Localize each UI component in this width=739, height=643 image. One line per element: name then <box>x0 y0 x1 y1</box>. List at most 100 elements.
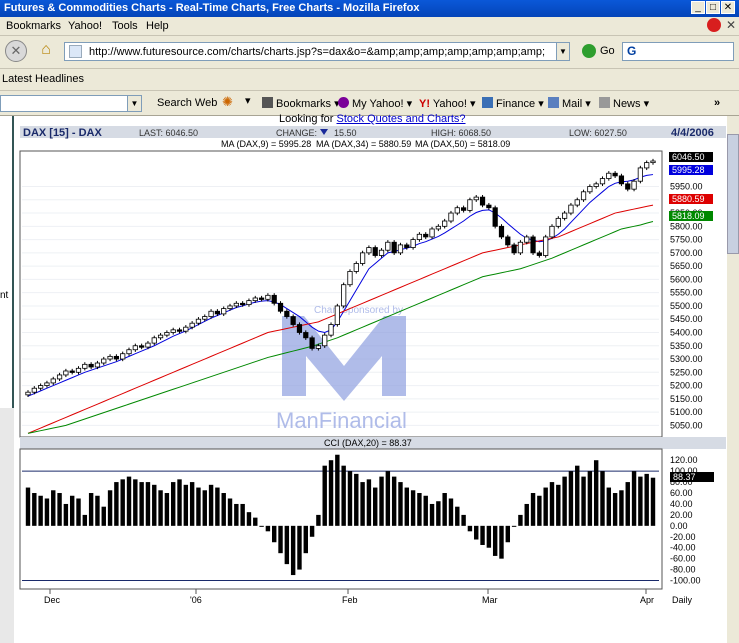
latest-headlines-button[interactable]: Latest Headlines <box>2 73 84 85</box>
cci-bar <box>303 525 308 554</box>
cci-bar <box>189 482 195 526</box>
cci-bar <box>511 525 517 527</box>
candle-body <box>404 244 410 248</box>
price-tick-label: 5500.00 <box>670 301 703 311</box>
price-tick-label: 5700.00 <box>670 248 703 258</box>
go-icon[interactable] <box>582 44 596 58</box>
menu-bookmarks[interactable]: Bookmarks <box>6 20 61 32</box>
finance-button[interactable]: Finance <box>496 98 535 110</box>
yahoo-search-dropdown[interactable]: ▼ <box>127 96 141 111</box>
cci-tick-label: 0.00 <box>670 521 688 531</box>
close-tab-icon[interactable]: ✕ <box>726 18 736 32</box>
candle-body <box>442 220 448 227</box>
url-text: http://www.futuresource.com/charts/chart… <box>89 46 545 58</box>
cci-bar <box>278 525 283 554</box>
my-yahoo-button[interactable]: My Yahoo! <box>352 98 404 110</box>
cci-bar <box>436 501 441 526</box>
cci-bar <box>499 525 504 559</box>
x-tick-label: Feb <box>342 595 358 605</box>
candle-body <box>265 294 271 300</box>
cci-tick-label: -40.00 <box>670 543 696 553</box>
cci-bar <box>385 471 391 526</box>
cci-bar <box>82 514 88 526</box>
search-input[interactable]: G <box>622 42 734 61</box>
candle-body <box>309 337 315 349</box>
menu-yahoo[interactable]: Yahoo! <box>68 20 102 32</box>
close-window-button[interactable]: ✕ <box>721 1 735 14</box>
cci-bar <box>208 484 214 526</box>
bookmarks-button[interactable]: Bookmarks <box>276 98 331 110</box>
stop-button[interactable]: ✕ <box>5 40 27 62</box>
candle-body <box>38 385 44 389</box>
candle-body <box>107 355 113 360</box>
candle-body <box>334 305 340 325</box>
candle-body <box>271 294 277 304</box>
cci-tick-label: -60.00 <box>670 554 696 564</box>
navigation-toolbar: ✕ ⌂ http://www.futuresource.com/charts/c… <box>0 36 739 69</box>
yahoo-button[interactable]: Yahoo! <box>433 98 467 110</box>
candle-body <box>530 236 536 254</box>
cci-bar <box>455 506 460 526</box>
cci-bar <box>373 487 378 526</box>
candle-body <box>543 236 549 256</box>
search-web-button[interactable]: Search Web <box>157 97 217 109</box>
price-tick-label: 5600.00 <box>670 274 703 284</box>
maximize-button[interactable]: □ <box>706 1 720 14</box>
cci-bar <box>177 479 182 526</box>
menu-tools[interactable]: Tools <box>112 20 138 32</box>
cci-bar <box>316 514 321 526</box>
candle-body <box>378 249 385 256</box>
candle-body <box>460 207 467 211</box>
minimize-button[interactable]: _ <box>691 1 705 14</box>
stop-icon[interactable] <box>707 18 721 32</box>
cci-bar <box>360 482 365 526</box>
price-tick-label: 5300.00 <box>670 354 703 364</box>
cci-bar <box>587 471 593 526</box>
vertical-scrollbar[interactable] <box>727 116 739 643</box>
price-tick-label: 5800.00 <box>670 221 703 231</box>
candle-body <box>82 363 88 369</box>
candle-body <box>618 175 625 185</box>
news-button[interactable]: News <box>613 98 641 110</box>
cci-bar <box>442 493 447 526</box>
menu-help[interactable]: Help <box>146 20 169 32</box>
home-icon[interactable]: ⌂ <box>35 40 57 62</box>
dropdown-icon[interactable]: ▾ <box>245 94 251 107</box>
yahoo-sun-icon[interactable]: ✺ <box>222 94 233 110</box>
mail-button[interactable]: Mail <box>562 98 582 110</box>
cci-bar <box>366 479 372 526</box>
watermark-brand: ManFinancial <box>276 408 407 433</box>
window-titlebar: Futures & Commodities Charts - Real-Time… <box>0 0 739 17</box>
candle-body <box>157 334 164 339</box>
candle-body <box>284 310 290 317</box>
candle-body <box>536 252 542 256</box>
candle-body <box>132 345 138 351</box>
candle-body <box>448 212 454 222</box>
candle-body <box>347 271 353 286</box>
cci-bar <box>309 525 315 537</box>
candle-body <box>372 247 378 256</box>
cci-bar <box>593 460 599 526</box>
cci-bar <box>183 484 189 526</box>
candle-body <box>473 196 479 201</box>
candle-body <box>189 322 195 328</box>
cci-bar <box>600 471 605 526</box>
page-icon <box>69 45 82 58</box>
cci-bar <box>568 471 574 526</box>
scrollbar-thumb[interactable] <box>727 134 739 254</box>
go-button[interactable]: Go <box>600 45 615 57</box>
cci-tick-label: -20.00 <box>670 532 696 542</box>
more-button[interactable]: » <box>714 97 720 109</box>
candle-body <box>252 297 258 302</box>
candle-body <box>202 316 208 320</box>
candle-body <box>454 207 460 214</box>
yahoo-search-input[interactable]: ▼ <box>0 95 142 112</box>
left-gutter <box>0 408 14 643</box>
candle-body <box>94 362 101 368</box>
url-input[interactable]: http://www.futuresource.com/charts/chart… <box>64 42 570 61</box>
search-engine-icon[interactable]: G <box>627 44 636 58</box>
cci-bar <box>461 514 466 526</box>
candle-body <box>75 367 82 373</box>
candle-body <box>593 183 599 187</box>
url-dropdown-button[interactable]: ▼ <box>556 42 570 61</box>
